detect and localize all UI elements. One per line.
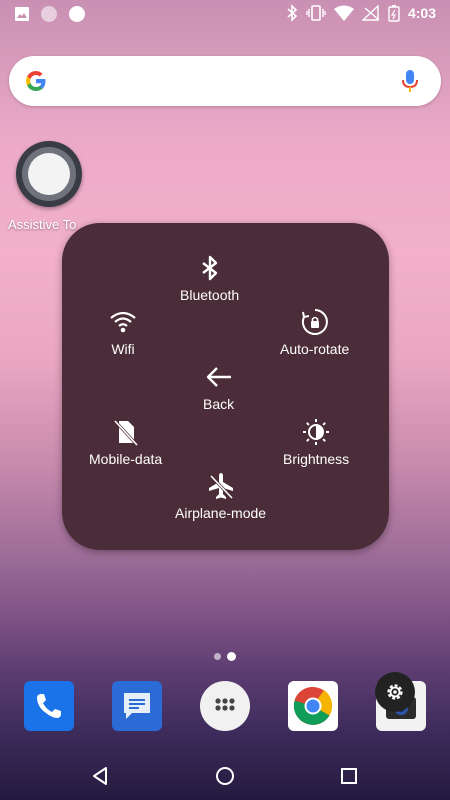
menu-item-label: Back (203, 396, 235, 412)
recents-icon[interactable] (338, 765, 360, 787)
no-signal-icon (361, 5, 380, 21)
navigation-bar (0, 752, 450, 800)
mic-icon[interactable] (399, 68, 421, 94)
chrome-icon (293, 686, 333, 725)
phone-icon (37, 694, 61, 718)
battery-icon (388, 5, 400, 22)
image-icon (15, 7, 29, 21)
menu-item-wifi[interactable]: Wifi (108, 307, 138, 357)
wifi-icon (333, 5, 354, 21)
mobile-data-off-icon (113, 419, 138, 447)
menu-item-label: Wifi (111, 341, 135, 357)
menu-item-mobile-data[interactable]: Mobile-data (89, 417, 162, 467)
menu-item-label: Bluetooth (180, 287, 240, 303)
vibrate-icon (306, 5, 326, 21)
messages-icon (124, 693, 150, 719)
page-indicator (214, 652, 236, 661)
settings-overlay-bubble[interactable] (375, 672, 415, 712)
phone-app[interactable] (24, 681, 74, 731)
bluetooth-icon (287, 4, 298, 22)
menu-item-bluetooth[interactable]: Bluetooth (180, 253, 239, 303)
circle-icon (41, 6, 57, 22)
menu-item-brightness[interactable]: Brightness (283, 417, 349, 467)
menu-item-back[interactable]: Back (203, 362, 234, 412)
assistive-touch-label: Assistive To (8, 217, 77, 232)
messages-app[interactable] (112, 681, 162, 731)
auto-rotate-icon (301, 309, 328, 335)
status-bar: 4:03 (0, 0, 450, 28)
circle-filled-icon (69, 6, 85, 22)
menu-item-label: Brightness (283, 451, 350, 467)
app-drawer-icon (215, 698, 235, 711)
google-g-icon (26, 71, 46, 91)
airplane-icon (208, 473, 233, 500)
menu-item-label: Auto-rotate (280, 341, 350, 357)
wifi-icon (110, 311, 136, 333)
menu-item-label: Mobile-data (89, 451, 163, 467)
page-dot (214, 653, 221, 660)
brightness-icon (303, 419, 330, 445)
google-search-bar[interactable] (9, 56, 441, 106)
assistive-touch-center (28, 153, 70, 195)
page-dot-active (227, 652, 236, 661)
assistive-touch-icon[interactable] (16, 141, 82, 207)
menu-item-airplane-mode[interactable]: Airplane-mode (175, 471, 266, 521)
settings-gear-icon (387, 684, 403, 700)
menu-item-label: Airplane-mode (175, 505, 267, 521)
menu-item-auto-rotate[interactable]: Auto-rotate (280, 307, 349, 357)
bluetooth-icon (201, 255, 217, 281)
app-drawer-button[interactable] (200, 681, 250, 731)
arrow-left-icon (206, 367, 231, 387)
clock: 4:03 (407, 5, 436, 21)
chrome-app[interactable] (288, 681, 338, 731)
home-icon[interactable] (214, 765, 236, 787)
back-icon[interactable] (89, 765, 111, 787)
assistive-menu-panel: Bluetooth Wifi Auto-rotate Back Mobile-d… (62, 223, 389, 550)
